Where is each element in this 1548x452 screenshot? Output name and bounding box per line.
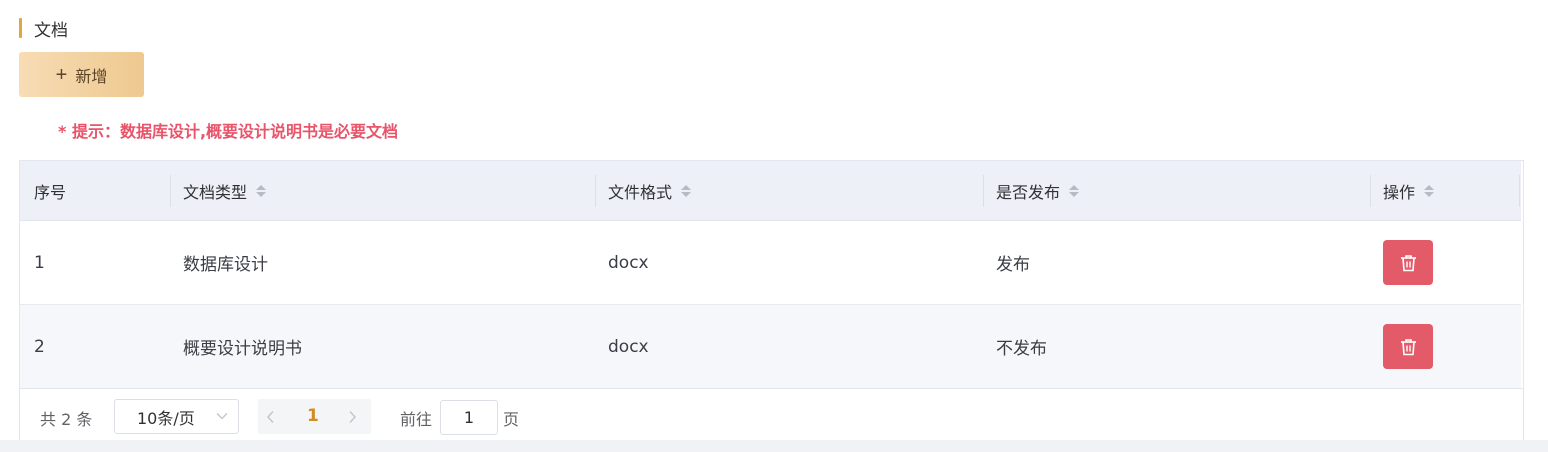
bottom-strip	[0, 440, 1548, 452]
column-divider	[983, 175, 984, 207]
delete-button[interactable]	[1383, 324, 1433, 369]
add-button[interactable]: + 新增	[19, 52, 144, 97]
sort-icon[interactable]	[1424, 184, 1435, 197]
pager: 1	[258, 399, 371, 434]
goto-label: 前往	[400, 410, 433, 429]
goto-suffix: 页	[503, 410, 520, 429]
cell-published: 不发布	[996, 339, 1047, 359]
pagination: 共 2 条 10条/页 1 前往 页	[19, 388, 1524, 440]
cell-index: 2	[34, 336, 45, 357]
page-size-value: 10条/页	[137, 408, 195, 428]
section-title: 文档	[19, 18, 68, 41]
trash-icon	[1400, 254, 1416, 271]
total-count: 共 2 条	[40, 410, 93, 429]
cell-actions	[1383, 221, 1433, 304]
sort-icon[interactable]	[256, 184, 267, 197]
cell-format: docx	[608, 252, 649, 273]
cell-format: docx	[608, 336, 649, 357]
current-page[interactable]: 1	[307, 406, 319, 426]
cell-index: 1	[34, 252, 45, 273]
chevron-down-icon	[216, 413, 228, 420]
chevron-left-icon	[267, 411, 274, 423]
cell-doc-type: 概要设计说明书	[183, 339, 302, 359]
column-header-published[interactable]: 是否发布	[983, 161, 1370, 220]
column-header-actions[interactable]: 操作	[1370, 161, 1520, 220]
goto-page-input[interactable]	[440, 400, 498, 435]
table-row: 2 概要设计说明书 docx 不发布	[20, 305, 1521, 389]
section-title-text: 文档	[34, 20, 68, 41]
column-header-index: 序号	[34, 182, 67, 202]
chevron-right-icon	[349, 411, 356, 423]
cell-doc-type: 数据库设计	[183, 255, 268, 275]
page-size-select[interactable]: 10条/页	[114, 399, 239, 434]
plus-icon: +	[55, 63, 68, 86]
table-header: 序号 文档类型 文件格式 是否发布 操作	[20, 161, 1521, 221]
required-docs-hint: * 提示：数据库设计,概要设计说明书是必要文档	[58, 122, 399, 141]
column-header-format[interactable]: 文件格式	[595, 161, 983, 220]
section-accent-bar	[19, 18, 22, 38]
documents-table: 序号 文档类型 文件格式 是否发布 操作 1 数据库设计 docx 发布 2 概…	[19, 160, 1524, 389]
column-divider	[170, 175, 171, 207]
column-divider	[1519, 175, 1520, 207]
prev-page-button[interactable]	[266, 409, 276, 428]
add-button-label: 新增	[75, 68, 108, 86]
sort-icon[interactable]	[1069, 184, 1080, 197]
cell-actions	[1383, 305, 1433, 388]
trash-icon	[1400, 338, 1416, 355]
table-row: 1 数据库设计 docx 发布	[20, 221, 1521, 305]
column-divider	[595, 175, 596, 207]
delete-button[interactable]	[1383, 240, 1433, 285]
cell-published: 发布	[996, 255, 1030, 275]
sort-icon[interactable]	[681, 184, 692, 197]
column-divider	[1370, 175, 1371, 207]
next-page-button[interactable]	[347, 409, 357, 428]
column-header-doc-type[interactable]: 文档类型	[170, 161, 595, 220]
